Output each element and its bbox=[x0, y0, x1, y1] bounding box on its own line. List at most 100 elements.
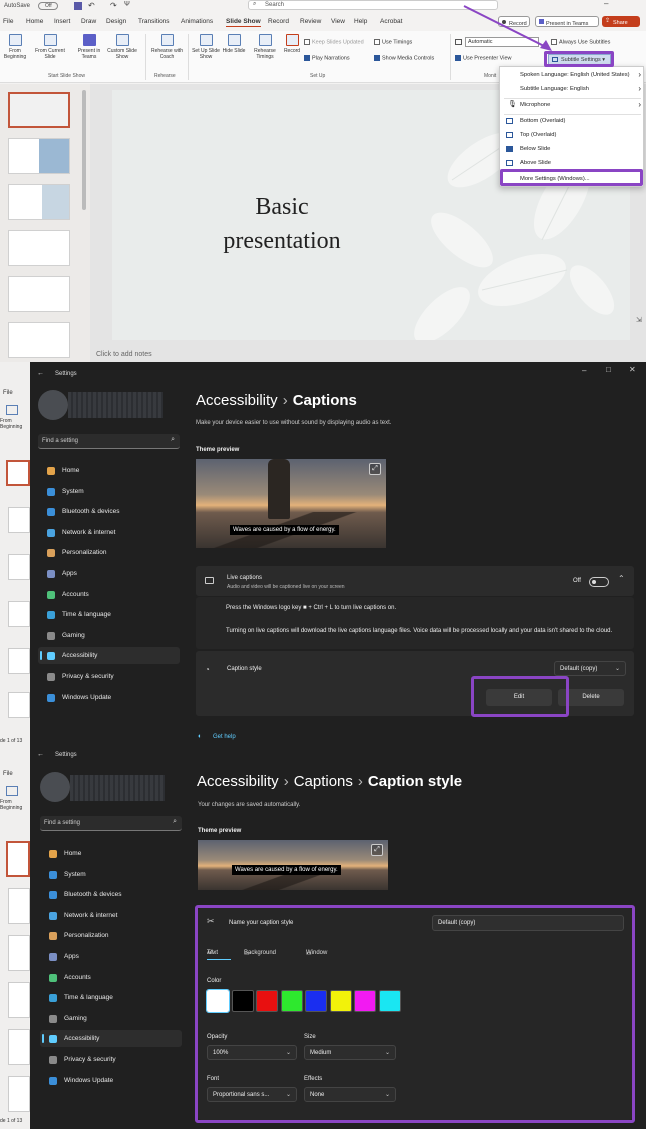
menu-design[interactable]: Design bbox=[106, 18, 126, 25]
expand-icon[interactable]: ⤢ bbox=[371, 844, 383, 856]
menu-review[interactable]: Review bbox=[300, 18, 321, 25]
menu-microphone[interactable]: 🎙 Microphone › bbox=[500, 98, 645, 112]
custom-slide-show-button[interactable]: Custom Slide Show bbox=[104, 34, 140, 60]
slide-thumbnail-6[interactable] bbox=[8, 322, 70, 358]
show-media-controls-checkbox[interactable]: Show Media Controls bbox=[374, 55, 434, 61]
sidebar-item-privacy-security[interactable]: Privacy & security bbox=[40, 1051, 182, 1068]
settings-title: Settings bbox=[55, 371, 77, 377]
menu-home[interactable]: Home bbox=[26, 18, 43, 25]
pin-icon[interactable]: Ψ bbox=[124, 1, 130, 8]
sidebar-item-windows-update[interactable]: Windows Update bbox=[40, 1072, 182, 1089]
menu-record[interactable]: Record bbox=[268, 18, 289, 25]
menu-slide-show[interactable]: Slide Show bbox=[226, 18, 261, 27]
thumbnail-scrollbar[interactable] bbox=[82, 90, 86, 210]
autosave-toggle[interactable]: Off bbox=[38, 2, 58, 10]
sidebar-item-system[interactable]: System bbox=[40, 866, 182, 883]
sidebar-item-bluetooth-devices[interactable]: Bluetooth & devices bbox=[40, 886, 182, 903]
rehearse-with-coach-button[interactable]: Rehearse with Coach bbox=[150, 34, 184, 60]
avatar[interactable] bbox=[38, 390, 68, 420]
record-ribbon-button[interactable]: Record bbox=[281, 34, 303, 54]
menu-acrobat[interactable]: Acrobat bbox=[380, 18, 402, 25]
sidebar-item-privacy-security[interactable]: Privacy & security bbox=[38, 668, 180, 685]
sidebar-item-bluetooth-devices[interactable]: Bluetooth & devices bbox=[38, 503, 180, 520]
sidebar-item-apps[interactable]: Apps bbox=[38, 565, 180, 582]
menu-help[interactable]: Help bbox=[354, 18, 367, 25]
maximize-icon[interactable]: □ bbox=[606, 365, 611, 374]
sidebar-item-accessibility[interactable]: Accessibility bbox=[38, 647, 180, 665]
minimize-icon[interactable]: – bbox=[604, 0, 608, 8]
sidebar-item-network-internet[interactable]: Network & internet bbox=[40, 907, 182, 924]
breadcrumb-accessibility[interactable]: Accessibility bbox=[196, 392, 278, 409]
get-help-link[interactable]: Get help bbox=[213, 734, 236, 740]
back-arrow-icon[interactable]: ← bbox=[37, 370, 44, 377]
redo-icon[interactable]: ↷ bbox=[110, 1, 117, 10]
set-up-slide-show-button[interactable]: Set Up Slide Show bbox=[192, 34, 220, 60]
slide-thumbnail-5[interactable] bbox=[8, 276, 70, 312]
menu-below-slide[interactable]: Below Slide bbox=[500, 142, 645, 156]
privacy-security-icon bbox=[49, 1056, 57, 1064]
breadcrumb-accessibility[interactable]: Accessibility bbox=[197, 773, 279, 790]
sidebar-item-time-language[interactable]: Time & language bbox=[40, 989, 182, 1006]
use-timings-checkbox[interactable]: Use Timings bbox=[374, 39, 412, 45]
sidebar-item-windows-update[interactable]: Windows Update bbox=[38, 689, 180, 706]
bg-thumb bbox=[8, 507, 30, 533]
menu-draw[interactable]: Draw bbox=[81, 18, 96, 25]
sidebar-item-gaming[interactable]: Gaming bbox=[38, 627, 180, 644]
from-current-slide-button[interactable]: From Current Slide bbox=[32, 34, 68, 60]
save-icon[interactable] bbox=[74, 2, 82, 10]
chevron-right-icon: › bbox=[638, 84, 641, 93]
play-narrations-checkbox[interactable]: Play Narrations bbox=[304, 55, 350, 61]
menu-subtitle-language[interactable]: Subtitle Language: English › bbox=[500, 82, 645, 96]
from-beginning-button[interactable]: From Beginning bbox=[2, 34, 28, 60]
preview-caption-text: Waves are caused by a flow of energy. bbox=[232, 865, 341, 875]
search-input[interactable]: Find a setting ⌕ bbox=[40, 816, 182, 831]
live-captions-toggle[interactable] bbox=[589, 577, 609, 587]
presenter-view-checkbox[interactable]: Use Presenter View bbox=[455, 55, 512, 61]
avatar[interactable] bbox=[40, 772, 70, 802]
sidebar-item-network-internet[interactable]: Network & internet bbox=[38, 524, 180, 541]
present-in-teams-ribbon-button[interactable]: Present in Teams bbox=[76, 34, 102, 60]
expand-icon[interactable]: ⤢ bbox=[369, 463, 381, 475]
sidebar-item-personalization[interactable]: Personalization bbox=[38, 544, 180, 561]
slide-thumbnail-2[interactable] bbox=[8, 138, 70, 174]
slide-thumbnail-4[interactable] bbox=[8, 230, 70, 266]
live-captions-card[interactable]: Live captions Audio and video will be ca… bbox=[196, 566, 634, 596]
sidebar-item-system[interactable]: System bbox=[38, 483, 180, 500]
menu-animations[interactable]: Animations bbox=[181, 18, 213, 25]
sidebar-item-gaming[interactable]: Gaming bbox=[40, 1010, 182, 1027]
rehearse-timings-button[interactable]: Rehearse Timings bbox=[250, 34, 280, 60]
chevron-up-icon[interactable]: ⌃ bbox=[618, 574, 625, 583]
sidebar-item-home[interactable]: Home bbox=[38, 462, 180, 479]
menu-bottom-overlaid[interactable]: Bottom (Overlaid) bbox=[500, 114, 645, 128]
menu-transitions[interactable]: Transitions bbox=[138, 18, 170, 25]
undo-icon[interactable]: ↶ bbox=[88, 1, 95, 10]
breadcrumb-captions[interactable]: Captions bbox=[294, 773, 353, 790]
menu-top-overlaid[interactable]: Top (Overlaid) bbox=[500, 128, 645, 142]
caption-style-dropdown[interactable]: Default (copy) ⌄ bbox=[554, 661, 626, 676]
back-arrow-icon[interactable]: ← bbox=[37, 751, 44, 758]
slide-thumbnail-3[interactable] bbox=[8, 184, 70, 220]
download-notice: Turning on live captions will download t… bbox=[226, 628, 613, 634]
minimize-icon[interactable]: – bbox=[582, 366, 586, 375]
sidebar-item-time-language[interactable]: Time & language bbox=[38, 606, 180, 623]
menu-above-slide[interactable]: Above Slide bbox=[500, 156, 645, 170]
slide-title[interactable]: Basic presentation bbox=[112, 190, 452, 258]
keep-updated-checkbox[interactable]: Keep Slides Updated bbox=[304, 39, 364, 45]
sidebar-item-apps[interactable]: Apps bbox=[40, 948, 182, 965]
sidebar-item-home[interactable]: Home bbox=[40, 845, 182, 862]
menu-insert[interactable]: Insert bbox=[54, 18, 70, 25]
sidebar-item-accounts[interactable]: Accounts bbox=[38, 586, 180, 603]
close-icon[interactable]: ✕ bbox=[629, 365, 636, 374]
sidebar-item-personalization[interactable]: Personalization bbox=[40, 927, 182, 944]
hide-slide-button[interactable]: Hide Slide bbox=[222, 34, 246, 54]
search-input[interactable]: Find a setting ⌕ bbox=[38, 434, 180, 449]
menu-view[interactable]: View bbox=[331, 18, 345, 25]
sidebar-item-accessibility[interactable]: Accessibility bbox=[40, 1030, 182, 1048]
sidebar-item-accounts[interactable]: Accounts bbox=[40, 969, 182, 986]
resize-handle-icon[interactable]: ⇲ bbox=[636, 316, 642, 324]
slide-thumbnail-1[interactable] bbox=[8, 92, 70, 128]
notes-placeholder[interactable]: Click to add notes bbox=[96, 351, 152, 358]
menu-spoken-language[interactable]: Spoken Language: English (United States)… bbox=[500, 68, 645, 82]
menu-file[interactable]: File bbox=[3, 18, 13, 25]
share-button[interactable]: ⇪ Share bbox=[602, 16, 640, 27]
